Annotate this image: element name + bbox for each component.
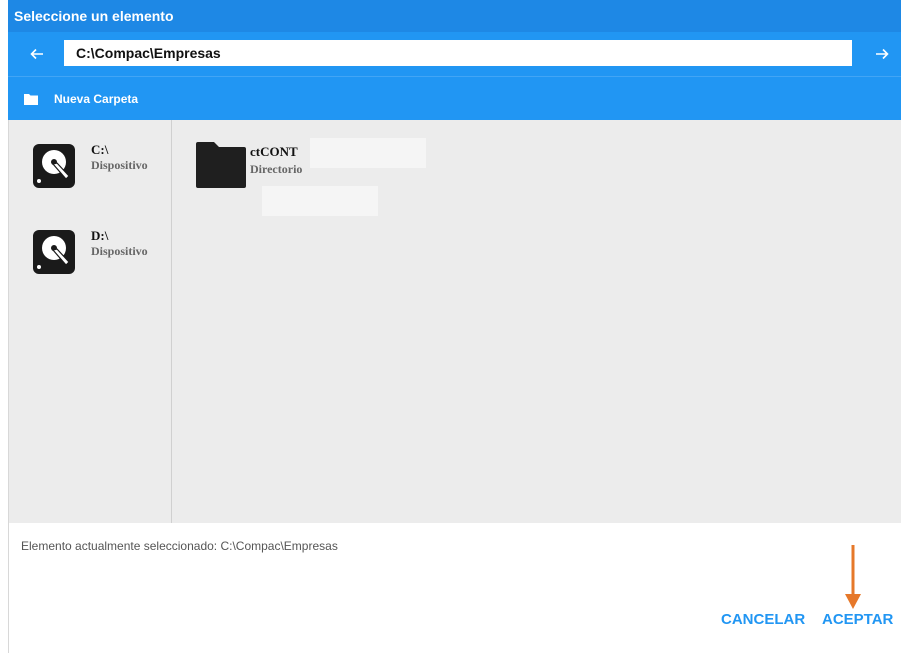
file-picker-dialog: Seleccione un elemento Nueva Carpeta: [8, 0, 901, 653]
device-type: Dispositivo: [91, 244, 148, 258]
new-folder-label: Nueva Carpeta: [54, 92, 139, 106]
redaction-box: [262, 186, 378, 216]
hard-drive-icon: [33, 144, 75, 188]
cancel-button[interactable]: CANCELAR: [721, 611, 805, 628]
device-name: C:\: [91, 142, 109, 157]
new-folder-button[interactable]: Nueva Carpeta: [24, 77, 138, 121]
devices-panel: C:\ Dispositivo D:\ Dispositivo: [8, 120, 172, 523]
annotation-arrow: [845, 545, 861, 609]
folder-icon: [196, 142, 246, 188]
folder-icon: [24, 94, 38, 105]
selected-item-text: Elemento actualmente seleccionado: C:\Co…: [21, 539, 338, 553]
device-item-c[interactable]: C:\ Dispositivo: [9, 128, 172, 192]
accept-button[interactable]: ACEPTAR: [822, 611, 893, 628]
footer: Elemento actualmente seleccionado: C:\Co…: [8, 523, 901, 653]
file-type: Directorio: [250, 162, 303, 176]
back-button[interactable]: [15, 32, 59, 76]
device-name: D:\: [91, 228, 109, 243]
hard-drive-icon: [33, 230, 75, 274]
toolbar: Nueva Carpeta: [8, 76, 901, 120]
device-type: Dispositivo: [91, 158, 148, 172]
forward-button[interactable]: [860, 32, 901, 76]
file-name: ctCONT: [250, 144, 298, 159]
dialog-title: Seleccione un elemento: [14, 8, 174, 24]
files-panel: ctCONT Directorio: [172, 120, 901, 523]
redaction-box: [310, 138, 426, 168]
arrow-right-icon: [876, 48, 889, 60]
path-bar: [8, 32, 901, 76]
title-bar: Seleccione un elemento: [8, 0, 901, 32]
device-item-d[interactable]: D:\ Dispositivo: [9, 214, 172, 278]
arrow-left-icon: [30, 48, 43, 60]
path-input[interactable]: [64, 40, 852, 66]
